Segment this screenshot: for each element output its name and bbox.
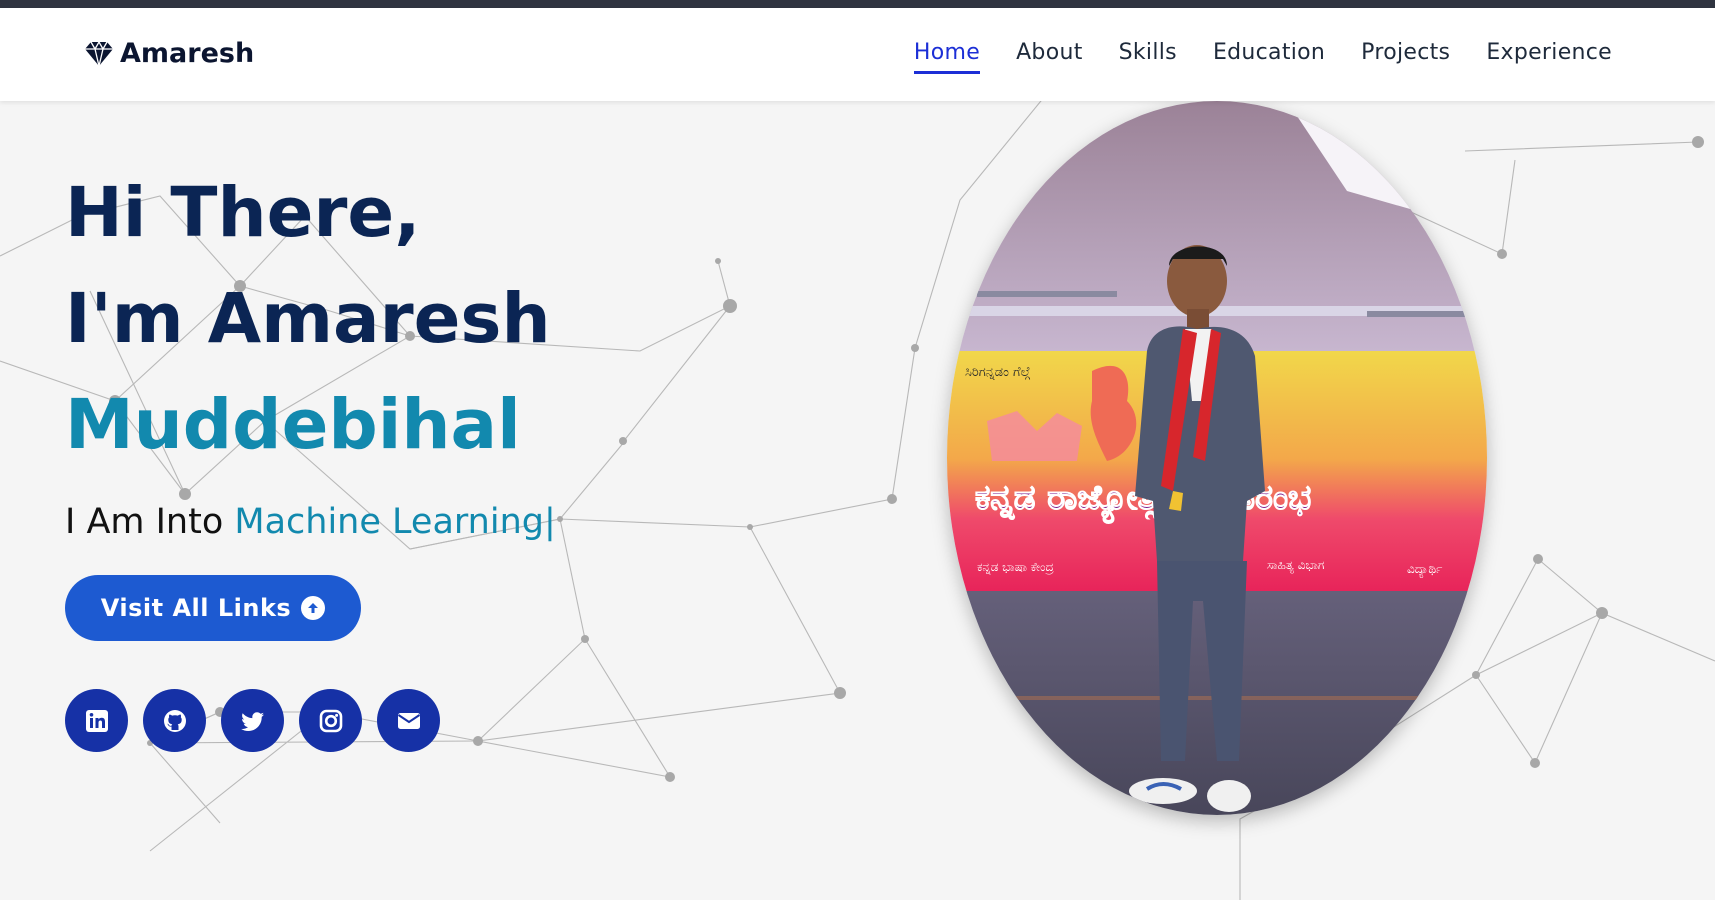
social-links [65,689,440,752]
hero-surname: Muddebihal [65,385,521,465]
instagram-link[interactable] [299,689,362,752]
banner-line-1: ಸಿರಿಗನ್ನಡಂ ಗೆಲ್ಗೆ [965,365,1030,380]
profile-photo: ಸಿರಿಗನ್ನಡಂ ಗೆಲ್ಗೆ ಕನ್ನಡ ರಾಜ್ಯೋತ್ಸವ ಸಮಾರಂ… [947,101,1487,815]
twitter-icon [240,711,264,731]
hero-greeting: Hi There, [65,173,421,253]
instagram-icon [319,709,342,732]
top-accent-bar [0,0,1715,8]
nav-education[interactable]: Education [1213,40,1325,74]
envelope-icon [397,712,420,729]
nav-projects[interactable]: Projects [1361,40,1450,74]
banner-line-3: ಕನ್ನಡ ಭಾಷಾ ಕೇಂದ್ರ [977,560,1054,575]
hero-section: Hi There, I'm Amaresh Muddebihal I Am In… [65,160,556,542]
hero-intro: I'm Amaresh [65,279,551,359]
typed-text: I Am Into Machine Learning| [65,502,556,542]
nav-experience[interactable]: Experience [1486,40,1612,74]
twitter-link[interactable] [221,689,284,752]
arrow-up-circle-icon [301,596,326,620]
linkedin-icon [85,709,108,732]
nav-about[interactable]: About [1016,40,1083,74]
banner-line-4: ಸಾಹಿತ್ಯ ವಿಭಾಗ [1267,558,1324,574]
typed-cursor: | [543,502,556,542]
site-header: Amaresh Home About Skills Education Proj… [0,8,1715,101]
email-link[interactable] [377,689,440,752]
linkedin-link[interactable] [65,689,128,752]
profile-photo-illustration: ಸಿರಿಗನ್ನಡಂ ಗೆಲ್ಗೆ ಕನ್ನಡ ರಾಜ್ಯೋತ್ಸವ ಸಮಾರಂ… [947,101,1487,815]
nav-home[interactable]: Home [913,40,981,74]
nav-skills[interactable]: Skills [1119,40,1177,74]
github-link[interactable] [143,689,206,752]
github-icon [163,709,186,732]
gem-icon [85,40,113,66]
site-logo[interactable]: Amaresh [84,38,254,69]
cta-label: Visit All Links [100,594,292,622]
typed-value: Machine Learning [234,502,544,542]
logo-text: Amaresh [120,38,255,69]
visit-all-links-button[interactable]: Visit All Links [65,575,361,641]
typed-prefix: I Am Into [65,502,235,542]
main-nav: Home About Skills Education Projects Exp… [913,40,1612,74]
